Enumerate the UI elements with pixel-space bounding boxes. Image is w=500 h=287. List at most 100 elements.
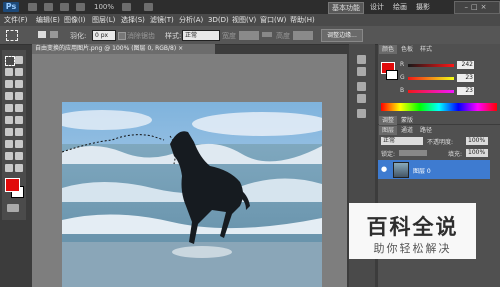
- height-input[interactable]: [292, 30, 314, 41]
- menu-view[interactable]: 视图(V): [232, 15, 256, 25]
- menu-bar: 文件(F) 编辑(E) 图像(I) 图层(L) 选择(S) 滤镜(T) 分析(A…: [0, 14, 500, 26]
- blue-slider[interactable]: [408, 90, 454, 93]
- menu-help[interactable]: 帮助(H): [290, 15, 315, 25]
- tab-masks[interactable]: 蒙版: [398, 116, 416, 125]
- horse-photo-graphic: [62, 102, 322, 287]
- crop-tool-icon[interactable]: [5, 80, 13, 88]
- zoom-level[interactable]: 100%: [94, 3, 114, 11]
- gradient-tool-icon[interactable]: [15, 116, 23, 124]
- maximize-icon[interactable]: □: [471, 3, 481, 11]
- green-value[interactable]: 23: [457, 74, 474, 82]
- blue-value[interactable]: 23: [457, 87, 474, 95]
- foreground-color-swatch[interactable]: [5, 178, 20, 192]
- screen-mode-icon[interactable]: [144, 3, 153, 11]
- tab-color[interactable]: 颜色: [379, 45, 398, 54]
- close-icon[interactable]: ×: [481, 3, 490, 11]
- pen-tool-icon[interactable]: [5, 140, 13, 148]
- workspace-photo-button[interactable]: 摄影: [413, 2, 433, 12]
- brushes-panel-icon[interactable]: [357, 82, 366, 91]
- menu-image[interactable]: 图像(I): [64, 15, 86, 25]
- fill-label: 填充:: [448, 151, 463, 158]
- add-selection-icon[interactable]: [50, 31, 58, 38]
- bridge-icon[interactable]: [28, 3, 37, 11]
- actions-panel-icon[interactable]: [357, 67, 366, 76]
- menu-file[interactable]: 文件(F): [4, 15, 28, 25]
- width-input[interactable]: [238, 30, 260, 41]
- clone-stamp-icon[interactable]: [5, 104, 13, 112]
- text-tool-icon[interactable]: [15, 140, 23, 148]
- blend-mode-select[interactable]: 正常: [381, 137, 423, 145]
- red-slider[interactable]: [408, 64, 454, 67]
- green-slider[interactable]: [408, 77, 454, 80]
- watermark: 百科全说 助你轻松解决: [349, 203, 476, 259]
- feather-label: 羽化:: [70, 32, 87, 40]
- color-panel: [378, 44, 500, 124]
- marquee-tool-preset-icon[interactable]: [6, 30, 18, 41]
- b-letter: B: [400, 87, 405, 94]
- menu-window[interactable]: 窗口(W): [260, 15, 286, 25]
- red-value[interactable]: 242: [457, 61, 474, 69]
- layer-name[interactable]: 图层 0: [413, 166, 431, 175]
- eyedropper-icon[interactable]: [15, 80, 23, 88]
- workspace-design-button[interactable]: 设计: [367, 2, 387, 12]
- window-controls[interactable]: –□×: [454, 1, 500, 14]
- arrange-documents-icon[interactable]: [122, 3, 131, 11]
- tab-styles[interactable]: 样式: [417, 45, 435, 54]
- width-label: 宽度: [222, 32, 236, 40]
- path-selection-icon[interactable]: [5, 152, 13, 160]
- blur-tool-icon[interactable]: [5, 128, 13, 136]
- menu-edit[interactable]: 编辑(E): [36, 15, 60, 25]
- hand-tool-icon[interactable]: [5, 164, 13, 172]
- magic-wand-icon[interactable]: [15, 68, 23, 76]
- mini-bridge-icon[interactable]: [44, 3, 53, 11]
- watermark-subtitle: 助你轻松解决: [373, 242, 452, 255]
- visibility-eye-icon[interactable]: ●: [381, 165, 389, 173]
- opacity-input[interactable]: 100%: [466, 137, 488, 145]
- antialias-checkbox[interactable]: [118, 32, 126, 40]
- document-tab[interactable]: 自由变换的应用图片.png @ 100% (图层 0, RGB/8) ×: [32, 44, 215, 54]
- tab-channels[interactable]: 通道: [398, 126, 416, 135]
- history-panel-icon[interactable]: [357, 55, 366, 64]
- clone-source-panel-icon[interactable]: [357, 94, 366, 103]
- lock-icons[interactable]: [399, 150, 427, 156]
- title-bar: Ps 100% 基本功能 设计 绘画 摄影 –□×: [0, 0, 500, 14]
- refine-edge-button[interactable]: 调整边缘...: [321, 29, 363, 42]
- panel-background-swatch[interactable]: [386, 70, 398, 80]
- marquee-tool-icon[interactable]: [5, 56, 15, 66]
- feather-input[interactable]: 0 px: [92, 30, 116, 41]
- r-letter: R: [400, 61, 405, 68]
- workspace-basic-button[interactable]: 基本功能: [328, 2, 364, 14]
- tab-swatches[interactable]: 色板: [398, 45, 416, 54]
- dodge-tool-icon[interactable]: [15, 128, 23, 136]
- horse-photo[interactable]: [62, 102, 322, 287]
- shape-tool-icon[interactable]: [15, 152, 23, 160]
- swap-icon[interactable]: [262, 32, 272, 37]
- view-extras-icon[interactable]: [60, 3, 69, 11]
- zoom-tool-icon[interactable]: [15, 164, 23, 172]
- layer-thumbnail[interactable]: [393, 162, 409, 178]
- character-panel-icon[interactable]: [357, 109, 366, 118]
- antialias-label: 消除锯齿: [127, 32, 155, 40]
- watermark-title: 百科全说: [366, 215, 459, 239]
- new-selection-icon[interactable]: [38, 31, 46, 38]
- lasso-tool-icon[interactable]: [5, 68, 13, 76]
- menu-analysis[interactable]: 分析(A): [179, 15, 203, 25]
- eraser-icon[interactable]: [5, 116, 13, 124]
- menu-3d[interactable]: 3D(D): [208, 15, 229, 25]
- color-spectrum-bar[interactable]: [381, 103, 497, 111]
- tab-paths[interactable]: 路径: [417, 126, 435, 135]
- fill-input[interactable]: 100%: [466, 149, 488, 157]
- quick-mask-icon[interactable]: [7, 204, 19, 212]
- menu-layer[interactable]: 图层(L): [92, 15, 115, 25]
- healing-brush-icon[interactable]: [5, 92, 13, 100]
- style-select[interactable]: 正常: [182, 30, 220, 41]
- tab-adjustments[interactable]: 调整: [379, 116, 398, 125]
- move-tool-icon[interactable]: [15, 56, 23, 64]
- brush-tool-icon[interactable]: [15, 92, 23, 100]
- menu-filter[interactable]: 滤镜(T): [150, 15, 174, 25]
- tab-layers[interactable]: 图层: [379, 126, 398, 135]
- workspace-paint-button[interactable]: 绘画: [390, 2, 410, 12]
- history-brush-icon[interactable]: [15, 104, 23, 112]
- menu-select[interactable]: 选择(S): [121, 15, 145, 25]
- hand-tool-icon[interactable]: [76, 3, 85, 11]
